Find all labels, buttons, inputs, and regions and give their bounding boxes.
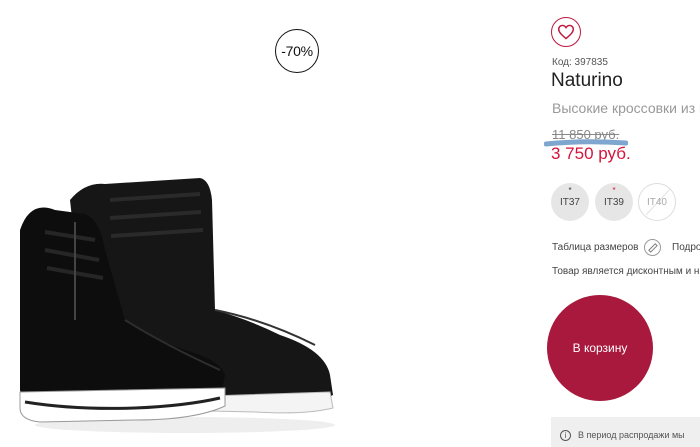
info-text: В период распродажи мы bbox=[578, 430, 685, 440]
ruler-icon-shape bbox=[648, 243, 658, 253]
size-star: * bbox=[568, 186, 572, 195]
heart-icon-shape bbox=[557, 24, 575, 40]
discount-badge: -70% bbox=[275, 29, 319, 73]
size-table-link[interactable]: Таблица размеров bbox=[552, 242, 638, 253]
size-label: IT39 bbox=[603, 196, 624, 208]
size-option-unavailable[interactable]: IT40 bbox=[638, 183, 676, 221]
size-label: IT40 bbox=[646, 196, 667, 208]
size-star: * bbox=[612, 186, 616, 195]
product-image[interactable] bbox=[15, 170, 345, 435]
discount-note: Товар является дисконтным и н bbox=[552, 266, 700, 277]
details-link[interactable]: Подро bbox=[672, 242, 700, 253]
size-label: IT37 bbox=[559, 196, 580, 208]
info-icon: i bbox=[560, 430, 571, 441]
brand-name: Naturino bbox=[551, 70, 623, 91]
heart-icon[interactable] bbox=[551, 17, 581, 47]
current-price: 3 750 руб. bbox=[551, 144, 631, 163]
ruler-icon[interactable] bbox=[644, 239, 661, 256]
product-code: Код: 397835 bbox=[552, 57, 608, 68]
add-to-cart-button[interactable]: В корзину bbox=[547, 295, 653, 401]
product-subtitle: Высокие кроссовки из к bbox=[552, 100, 700, 116]
size-option[interactable]: * IT37 bbox=[551, 183, 589, 221]
size-option[interactable]: * IT39 bbox=[595, 183, 633, 221]
